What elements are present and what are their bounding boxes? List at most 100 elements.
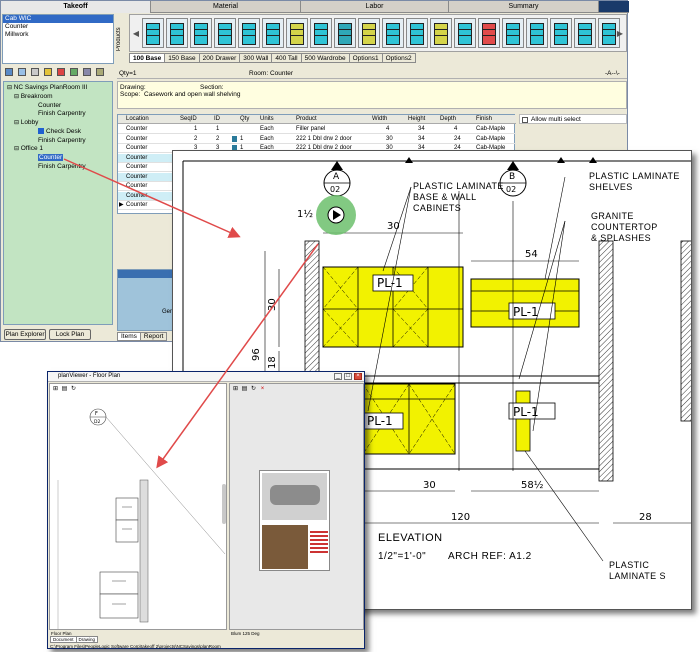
category-item[interactable]: Millwork (3, 31, 113, 39)
cabinet-product-icon[interactable] (214, 18, 236, 48)
cabinet-product-icon[interactable] (382, 18, 404, 48)
cabinet-product-icon[interactable] (238, 18, 260, 48)
cabinet-product-icon[interactable] (334, 18, 356, 48)
cell-seq: 1 (194, 126, 198, 132)
allow-multi-select[interactable]: Allow multi select (519, 114, 627, 124)
left-pane-scrollbar[interactable] (222, 484, 226, 524)
tree-item-breakroom[interactable]: ⊟ Breakroom (14, 93, 53, 101)
cabinet-product-icon[interactable] (406, 18, 428, 48)
cabinet-product-icon[interactable] (286, 18, 308, 48)
cabinet-product-icon[interactable] (550, 18, 572, 48)
sub-tab-150-base[interactable]: 150 Base (164, 53, 200, 63)
pointer-icon[interactable] (83, 68, 91, 76)
plan-explorer-button[interactable]: Plan Explorer (4, 329, 46, 340)
minimize-icon[interactable]: _ (334, 373, 342, 380)
tab-summary[interactable]: Summary (449, 1, 599, 13)
properties-icon[interactable] (31, 68, 39, 76)
tree-item-office-1[interactable]: ⊟ Office 1 (14, 145, 43, 153)
cabinet-product-icon[interactable] (310, 18, 332, 48)
sub-tab-options2[interactable]: Options2 (381, 53, 416, 63)
col-finish[interactable]: Finish (476, 115, 492, 124)
panel-header (118, 270, 178, 278)
close-icon[interactable]: × (354, 373, 362, 380)
category-list[interactable]: Cab WIC Counter Millwork (2, 14, 114, 64)
zoom-icon[interactable]: ⊞ (232, 386, 239, 393)
tree-item-finish-carpentry[interactable]: Finish Carpentry (38, 137, 86, 145)
floor-plan-svg: F D2 (57, 408, 226, 630)
arrow-right-icon[interactable]: ▶ (616, 29, 624, 39)
sub-tab-400-tall[interactable]: 400 Tall (271, 53, 302, 63)
tab-document[interactable]: Document (50, 636, 77, 643)
col-qty[interactable]: Qty (240, 115, 249, 124)
col-width[interactable]: Width (372, 115, 387, 124)
tree-item-counter[interactable]: Counter (38, 102, 61, 110)
sub-tab-options1[interactable]: Options1 (348, 53, 383, 63)
table-row[interactable]: Counter 2 2 1 Each 222 1 Dbl drw 2 door 30 34 24… (118, 135, 516, 144)
cell-id: 2 (216, 135, 220, 142)
cabinet-product-icon[interactable] (166, 18, 188, 48)
col-id[interactable]: ID (214, 115, 220, 124)
dim-30-top: 30 (387, 221, 400, 232)
col-location[interactable]: Location (126, 115, 149, 124)
nav-arrows[interactable]: -A--\- (605, 70, 620, 77)
open-icon[interactable] (18, 68, 26, 76)
tree-item-check-desk[interactable]: Check Desk (38, 128, 81, 136)
category-item[interactable]: Cab WIC (3, 15, 113, 23)
lock-plan-button[interactable]: Lock Plan (49, 329, 91, 340)
col-seqid[interactable]: SeqID (180, 115, 197, 124)
sub-tab-300-wall[interactable]: 300 Wall (239, 53, 273, 63)
hinge-spec-thumbnail[interactable] (259, 470, 330, 571)
tab-drawing[interactable]: Drawing (75, 636, 99, 643)
cabinet-product-icon[interactable] (502, 18, 524, 48)
spec-text (310, 529, 328, 565)
tab-items[interactable]: Items (117, 332, 141, 341)
blum-label: Blum 125 Deg (231, 631, 260, 636)
col-units[interactable]: Units (260, 115, 274, 124)
tree-item-finish-carpentry[interactable]: Finish Carpentry (38, 163, 86, 171)
col-depth[interactable]: Depth (440, 115, 456, 124)
cabinet-product-icon[interactable] (190, 18, 212, 48)
cabinet-product-icon[interactable] (526, 18, 548, 48)
cabinet-product-icon[interactable] (478, 18, 500, 48)
delete-icon[interactable] (57, 68, 65, 76)
tree-item-finish-carpentry[interactable]: Finish Carpentry (38, 110, 86, 118)
tab-material[interactable]: Material (151, 1, 301, 13)
tree-root[interactable]: ⊟ NC Savings PlanRoom III (7, 84, 87, 92)
close-icon[interactable]: × (259, 386, 266, 393)
cell-finish: Cab-Maple (476, 135, 506, 142)
tab-takeoff[interactable]: Takeoff (1, 1, 151, 13)
cabinet-product-icon[interactable] (574, 18, 596, 48)
cabinet-product-icon[interactable] (430, 18, 452, 48)
print-icon[interactable]: ▤ (61, 386, 68, 393)
arrow-left-icon[interactable]: ◀ (132, 29, 140, 39)
row-pointer-icon: ▶ (119, 202, 124, 208)
multi-select-checkbox[interactable] (522, 117, 528, 123)
maximize-icon[interactable]: □ (344, 373, 352, 380)
tree-item-lobby[interactable]: ⊟ Lobby (14, 119, 38, 127)
col-height[interactable]: Height (408, 115, 425, 124)
cabinet-product-icon[interactable] (142, 18, 164, 48)
cabinet-product-icon[interactable] (358, 18, 380, 48)
tab-labor[interactable]: Labor (301, 1, 449, 13)
sub-tab-500-wardrobe[interactable]: 500 Wardrobe (300, 53, 350, 63)
cabinet-product-icon[interactable] (454, 18, 476, 48)
cabinet-product-icon[interactable] (262, 18, 284, 48)
pl-label-base: PL-1 (367, 414, 393, 428)
refresh-icon[interactable]: ↻ (250, 386, 257, 393)
zoom-icon[interactable]: ⊞ (52, 386, 59, 393)
folder-icon[interactable] (44, 68, 52, 76)
cell-location: Counter (126, 183, 148, 189)
tab-report[interactable]: Report (139, 332, 168, 341)
sub-tab-200-drawer[interactable]: 200 Drawer (198, 53, 241, 63)
col-product[interactable]: Product (296, 115, 317, 124)
print-icon[interactable]: ▤ (241, 386, 248, 393)
sub-tab-100-base[interactable]: 100 Base (129, 53, 166, 63)
category-item[interactable]: Counter (3, 23, 113, 31)
tree-view-icon[interactable] (96, 68, 104, 76)
tree-item-counter-selected[interactable]: Counter (38, 154, 64, 162)
add-room-icon[interactable] (70, 68, 78, 76)
callout-shelves: PLASTIC LAMINATE SHELVES (589, 171, 680, 192)
refresh-icon[interactable]: ↻ (70, 386, 77, 393)
table-row[interactable]: Counter 1 1 Each Filler panel 4 34 4 Cab-Maple (118, 125, 516, 134)
new-plan-icon[interactable] (5, 68, 13, 76)
